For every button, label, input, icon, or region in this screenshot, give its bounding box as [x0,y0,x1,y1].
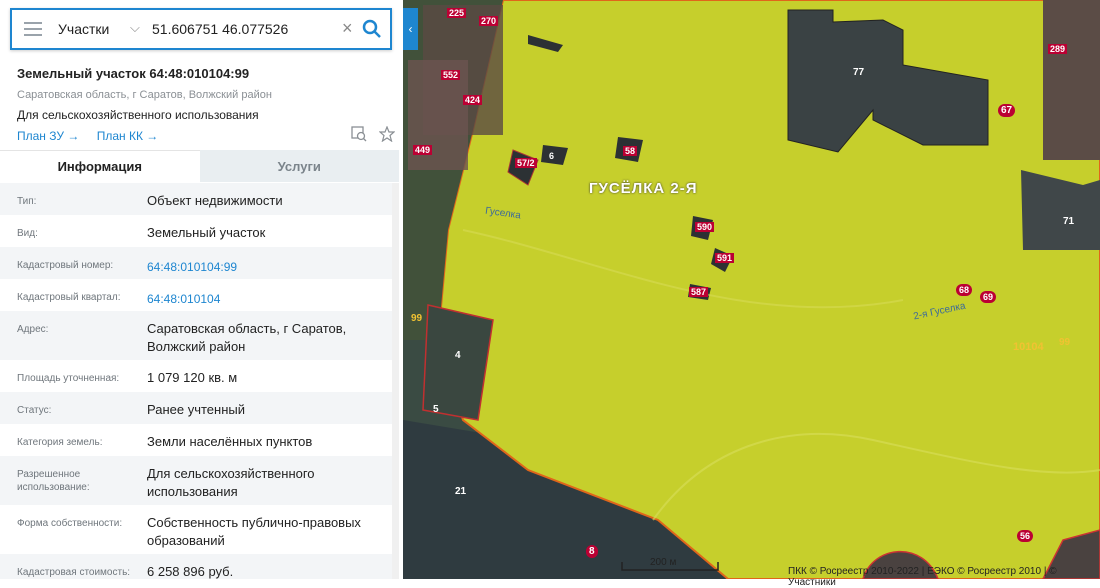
parcel-tag[interactable]: 552 [441,70,461,80]
map-scale: 200 м [620,556,720,572]
parcel-tag[interactable]: 77 [853,67,864,78]
cadastral-quarter-link[interactable]: 64:48:010104 [147,279,392,311]
info-row: Тип: Объект недвижимости [0,183,392,215]
info-row: Кадастровый квартал: 64:48:010104 [0,279,392,311]
parcel-tag[interactable]: 449 [413,145,433,155]
object-usage: Для сельскохозяйственного использования [17,108,259,122]
info-row: Адрес: Саратовская область, г Саратов, Во… [0,311,392,360]
plan-kk-link[interactable]: План КК → [97,129,159,143]
parcel-tag[interactable]: 71 [1063,216,1074,227]
parcel-tag[interactable]: 6 [549,151,554,161]
parcel-tag[interactable]: 99 [1059,337,1070,348]
parcel-tag[interactable]: 424 [463,95,483,105]
parcel-tag[interactable]: 590 [695,222,715,232]
parcel-tag[interactable]: 5 [433,404,439,415]
info-row: Кадастровая стоимость: 6 258 896 руб. [0,554,392,579]
parcel-tag[interactable]: 57/2 [515,158,537,168]
parcel-tag[interactable]: 67 [998,104,1016,117]
parcel-tag[interactable]: 225 [447,8,467,18]
collapse-panel-button[interactable]: ‹ [403,8,418,50]
info-row: Форма собственности: Собственность публич… [17,515,361,548]
parcel-tag[interactable]: 8 [586,545,598,558]
map-scale-label: 200 м [650,557,677,568]
parcel-tag[interactable]: 270 [479,16,499,26]
cadastral-map[interactable]: ГУСЁЛКА 2-Я Гуселка 2-я Гуселка 10104 77… [403,0,1100,580]
info-table: Тип: Объект недвижимости Вид: Земельный уч… [0,183,392,579]
tab-services[interactable]: Услуги [199,150,399,182]
info-row: Статус: Ранее учтенный [0,392,392,424]
parcel-tag[interactable]: 68 [956,284,973,296]
parcel-tag[interactable]: 69 [980,291,997,303]
cadastral-number-link[interactable]: 64:48:010104:99 [147,247,392,279]
info-panel: Участки ⌵ 51.606751 46.077526 × Земельны… [0,0,403,579]
info-row: Площадь уточненная: 1 079 120 кв. м [17,370,238,385]
parcel-tag[interactable]: 56 [1017,530,1034,542]
parcel-tag[interactable]: 99 [411,313,422,324]
search-input[interactable]: 51.606751 46.077526 [152,21,288,37]
star-icon[interactable] [378,125,396,143]
info-row: Кадастровый номер: 64:48:010104:99 [0,247,392,279]
parcel-tag[interactable]: 4 [455,350,461,361]
search-icon[interactable] [362,19,382,39]
parcel-tag[interactable]: 58 [623,146,638,156]
chevron-down-icon[interactable]: ⌵ [130,20,140,36]
village-label: ГУСЁЛКА 2-Я [589,180,698,197]
info-row: Разрешенное использование: Для сельскохоз… [0,456,392,505]
object-header: Земельный участок 64:48:010104:99 Сарато… [17,66,387,143]
parcel-tag[interactable]: 289 [1048,44,1068,54]
scrollbar[interactable] [392,183,399,579]
zoom-to-object-icon[interactable] [350,126,367,142]
info-row: Вид: Земельный участок [17,225,266,240]
close-icon[interactable]: × [342,18,353,39]
plan-zu-link[interactable]: План ЗУ → [17,129,79,143]
parcel-tag[interactable]: 587 [689,287,709,297]
info-row: Категория земель: Земли населённых пункто… [17,434,313,449]
tabs: Информация Услуги [0,150,399,182]
parcel-id-label: 10104 [1013,341,1044,353]
tab-info[interactable]: Информация [0,150,200,182]
parcel-tag[interactable]: 591 [715,253,735,263]
menu-icon[interactable] [24,22,42,36]
map-copyright: ПКК © Росреестр 2010-2022 | ЕЭКО © Росре… [788,566,1057,588]
search-mode-select[interactable]: Участки [58,21,109,37]
parcel-tag[interactable]: 21 [455,486,466,497]
object-title: Земельный участок 64:48:010104:99 [17,66,250,81]
object-address: Саратовская область, г Саратов, Волжский… [17,89,272,101]
search-bar: Участки ⌵ 51.606751 46.077526 × [10,8,392,50]
